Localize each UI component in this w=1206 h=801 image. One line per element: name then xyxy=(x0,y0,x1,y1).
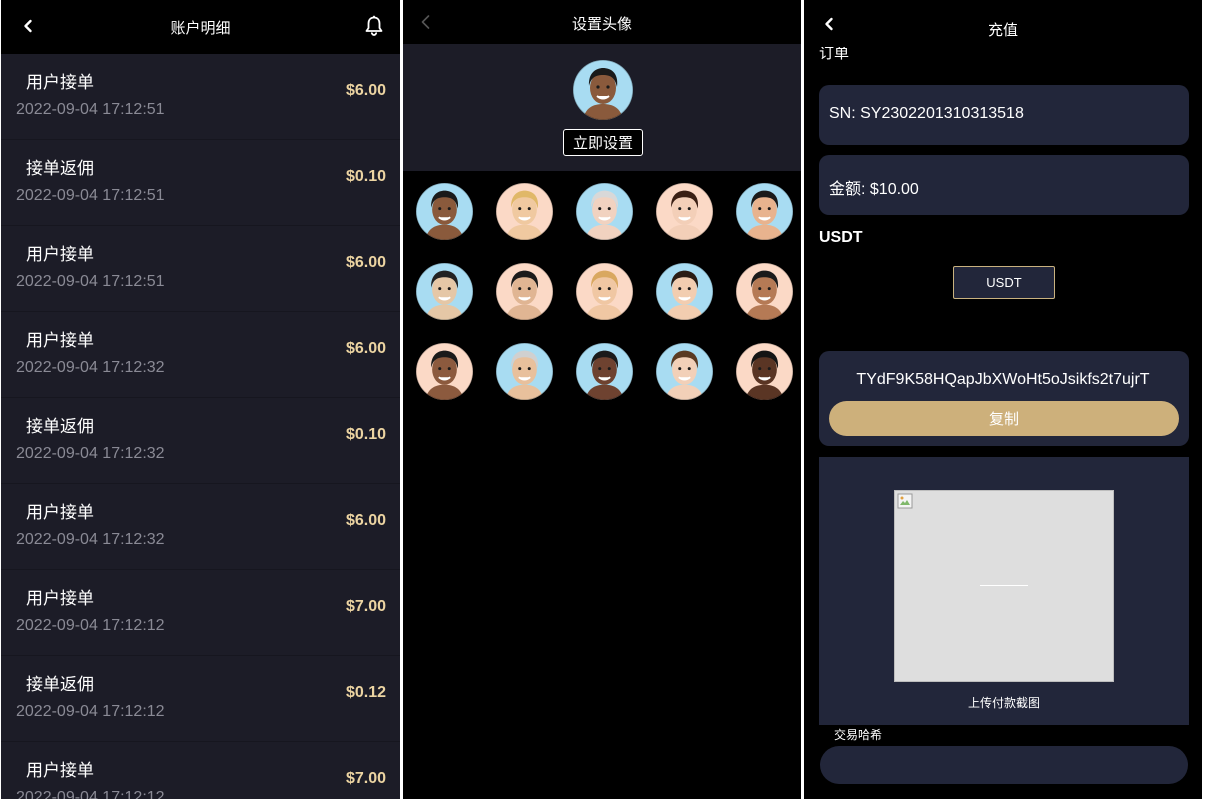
transaction-date: 2022-09-04 17:12:12 xyxy=(16,789,165,799)
avatar-face-icon xyxy=(496,183,553,240)
transaction-title: 用户接单 xyxy=(26,589,94,609)
transaction-row: 用户接单 2022-09-04 17:12:32 $6.00 xyxy=(1,312,400,398)
amount-card: 金额: $10.00 xyxy=(819,155,1189,215)
avatar-option[interactable] xyxy=(416,263,473,320)
transaction-amount: $6.00 xyxy=(345,254,386,271)
transaction-amount: $0.10 xyxy=(345,168,386,185)
avatar-face-icon xyxy=(656,183,713,240)
avatar-option[interactable] xyxy=(496,343,553,400)
transaction-row: 用户接单 2022-09-04 17:12:32 $6.00 xyxy=(1,484,400,570)
account-details-screen: 账户明细 用户接单 2022-09-04 17:12:51 $6.00 接单返佣 202… xyxy=(1,0,400,799)
payment-screenshot-image[interactable] xyxy=(894,490,1114,682)
avatar-face-icon xyxy=(736,263,793,320)
transaction-row: 接单返佣 2022-09-04 17:12:32 $0.10 xyxy=(1,398,400,484)
transaction-date: 2022-09-04 17:12:51 xyxy=(16,101,165,118)
page-title: 充值 xyxy=(987,21,1018,39)
avatar-face-icon xyxy=(576,183,633,240)
avatar-option[interactable] xyxy=(416,183,473,240)
avatar-face-icon xyxy=(496,263,553,320)
transaction-date: 2022-09-04 17:12:51 xyxy=(16,273,165,290)
wallet-address: TYdF9K58HQapJbXWoHt5oJsikfs2t7ujrT xyxy=(856,371,1150,388)
header: 充值 xyxy=(804,0,1202,52)
transaction-amount: $0.10 xyxy=(345,426,386,443)
transaction-amount: $7.00 xyxy=(345,770,386,787)
set-avatar-screen: 设置头像 立即设置 xyxy=(403,0,801,799)
avatar-option[interactable] xyxy=(736,183,793,240)
transaction-hash-input[interactable] xyxy=(820,746,1188,784)
page-title: 账户明细 xyxy=(170,19,231,37)
avatar-face-icon xyxy=(573,60,633,120)
transaction-date: 2022-09-04 17:12:32 xyxy=(16,445,165,462)
avatar-face-icon xyxy=(656,263,713,320)
avatar-option[interactable] xyxy=(736,263,793,320)
order-sn-card: SN: SY2302201310313518 xyxy=(819,85,1189,145)
broken-image-icon xyxy=(897,493,913,509)
avatar-face-icon xyxy=(656,343,713,400)
transaction-title: 用户接单 xyxy=(26,761,94,781)
notification-button[interactable] xyxy=(364,15,384,37)
transaction-title: 接单返佣 xyxy=(26,159,94,179)
avatar-face-icon xyxy=(496,343,553,400)
transaction-amount: $6.00 xyxy=(345,512,386,529)
transaction-row: 用户接单 2022-09-04 17:12:12 $7.00 xyxy=(1,570,400,656)
page-title: 设置头像 xyxy=(571,15,632,33)
order-sn: SN: SY2302201310313518 xyxy=(829,105,1024,122)
current-avatar-section: 立即设置 xyxy=(403,44,801,171)
avatar-option[interactable] xyxy=(496,263,553,320)
avatar-option[interactable] xyxy=(576,343,633,400)
transaction-row: 用户接单 2022-09-04 17:12:12 $7.00 xyxy=(1,742,400,799)
avatar-option[interactable] xyxy=(576,183,633,240)
avatar-option[interactable] xyxy=(496,183,553,240)
transaction-title: 用户接单 xyxy=(26,245,94,265)
transaction-date: 2022-09-04 17:12:32 xyxy=(16,531,165,548)
transaction-row: 接单返佣 2022-09-04 17:12:51 $0.10 xyxy=(1,140,400,226)
avatar-face-icon xyxy=(416,263,473,320)
upload-screenshot-area[interactable]: 上传付款截图 xyxy=(819,457,1189,725)
transaction-amount: $6.00 xyxy=(345,82,386,99)
transaction-amount: $0.12 xyxy=(345,684,386,701)
transaction-date: 2022-09-04 17:12:12 xyxy=(16,617,165,634)
order-amount: 金额: $10.00 xyxy=(829,181,919,198)
bell-icon xyxy=(365,15,383,36)
avatar-option[interactable] xyxy=(736,343,793,400)
transaction-title: 用户接单 xyxy=(26,331,94,351)
transaction-hash-label: 交易哈希 xyxy=(834,728,883,742)
transaction-date: 2022-09-04 17:12:51 xyxy=(16,187,165,204)
network-label: USDT xyxy=(819,229,863,246)
avatar-face-icon xyxy=(416,183,473,240)
set-now-button[interactable]: 立即设置 xyxy=(563,129,643,156)
current-avatar xyxy=(573,60,633,120)
avatar-option[interactable] xyxy=(576,263,633,320)
transaction-amount: $6.00 xyxy=(345,340,386,357)
transaction-row: 接单返佣 2022-09-04 17:12:12 $0.12 xyxy=(1,656,400,742)
header: 设置头像 xyxy=(403,0,801,44)
avatar-option[interactable] xyxy=(656,343,713,400)
avatar-face-icon xyxy=(736,343,793,400)
transaction-amount: $7.00 xyxy=(345,598,386,615)
avatar-face-icon xyxy=(576,263,633,320)
transaction-list: 用户接单 2022-09-04 17:12:51 $6.00 接单返佣 2022-09-… xyxy=(1,54,400,799)
placeholder-line xyxy=(980,585,1028,586)
transaction-date: 2022-09-04 17:12:12 xyxy=(16,703,165,720)
usdt-network-button[interactable]: USDT xyxy=(953,266,1055,299)
upload-label: 上传付款截图 xyxy=(967,696,1040,710)
transaction-date: 2022-09-04 17:12:32 xyxy=(16,359,165,376)
transaction-row: 用户接单 2022-09-04 17:12:51 $6.00 xyxy=(1,54,400,140)
avatar-face-icon xyxy=(576,343,633,400)
recharge-screen: 充值 订单 SN: SY2302201310313518 金额: $10.00 … xyxy=(804,0,1202,799)
transaction-title: 接单返佣 xyxy=(26,675,94,695)
avatar-face-icon xyxy=(416,343,473,400)
copy-button[interactable]: 复制 xyxy=(829,401,1179,436)
avatar-option[interactable] xyxy=(656,263,713,320)
transaction-title: 用户接单 xyxy=(26,503,94,523)
avatar-face-icon xyxy=(736,183,793,240)
transaction-row: 用户接单 2022-09-04 17:12:51 $6.00 xyxy=(1,226,400,312)
header: 账户明细 xyxy=(1,0,400,52)
transaction-title: 用户接单 xyxy=(26,73,94,93)
avatar-option[interactable] xyxy=(416,343,473,400)
avatar-option[interactable] xyxy=(656,183,713,240)
transaction-title: 接单返佣 xyxy=(26,417,94,437)
